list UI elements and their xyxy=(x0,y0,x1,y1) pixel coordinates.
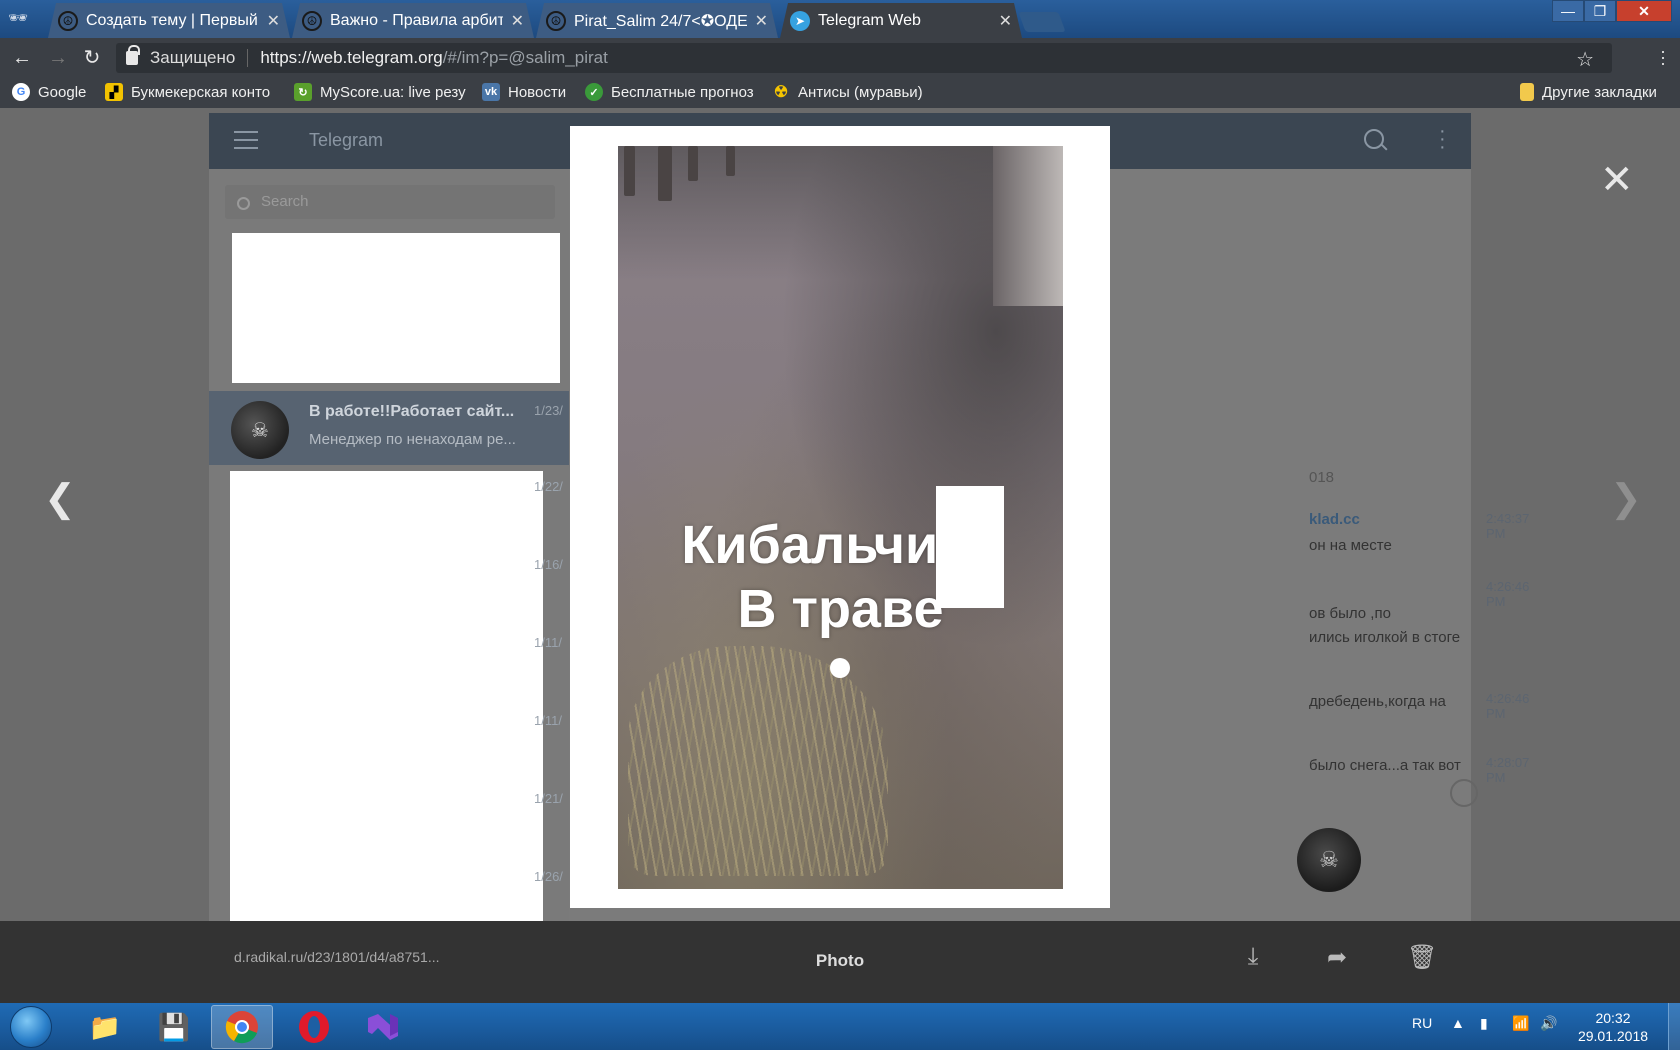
tab-arbitration-rules[interactable]: ☮ Важно - Правила арбитр ✕ xyxy=(292,3,534,38)
new-tab-button[interactable] xyxy=(1018,12,1066,32)
radiation-icon: ☢ xyxy=(773,84,789,101)
peace-icon: ☮ xyxy=(58,11,78,31)
url-path: /#/im?p=@salim_pirat xyxy=(442,48,608,67)
tree-trunk xyxy=(688,146,698,181)
vk-icon: vk xyxy=(482,83,500,101)
redacted-area xyxy=(936,486,1004,608)
network-icon[interactable]: 📶 xyxy=(1512,1015,1529,1032)
other-bookmarks[interactable]: Другие закладки xyxy=(1520,83,1657,101)
opera-logo xyxy=(299,1011,329,1043)
tab-telegram-web[interactable]: ➤ Telegram Web ✕ xyxy=(780,3,1022,38)
tab-pirat-salim[interactable]: ☮ Pirat_Salim 24/7<✪ОДЕС ✕ xyxy=(536,3,778,38)
tree-trunk xyxy=(624,146,635,196)
bookmark-myscore[interactable]: ↻ MyScore.ua: live резу xyxy=(294,83,466,101)
viewer-bottom-bar: d.radikal.ru/d23/1801/d4/a8751... Photo … xyxy=(0,921,1680,1003)
other-bookmarks-label: Другие закладки xyxy=(1542,83,1657,101)
close-icon[interactable]: ✕ xyxy=(755,11,768,31)
photo-frame: Кибальчича В траве xyxy=(570,126,1110,908)
dry-grass xyxy=(628,646,888,876)
bookmark-label: Google xyxy=(38,83,87,101)
close-icon[interactable]: ✕ xyxy=(267,11,280,31)
download-icon[interactable]: ⤓ xyxy=(1238,943,1268,973)
tree-trunk xyxy=(658,146,672,201)
window-controls: — ❐ ✕ xyxy=(1552,0,1672,22)
bookmark-label: Букмекерская конто xyxy=(131,83,271,101)
tab-label: Pirat_Salim 24/7<✪ОДЕС xyxy=(574,12,747,30)
clock-date: 29.01.2018 xyxy=(1577,1028,1649,1044)
window-close-button[interactable]: ✕ xyxy=(1616,0,1672,22)
previous-photo-icon[interactable]: ❮ xyxy=(44,476,76,521)
clock-time: 20:32 xyxy=(1595,1010,1631,1026)
forecast-icon: ✓ xyxy=(585,83,603,101)
forward-button[interactable]: → xyxy=(46,46,70,70)
vs-logo xyxy=(368,1014,398,1040)
browser-toolbar: ← → ↻ Защищено https://web.telegram.org /… xyxy=(0,38,1680,78)
delete-icon[interactable]: 🗑 xyxy=(1407,943,1437,973)
chrome-logo xyxy=(225,1011,258,1044)
incognito-icon: 🕶 xyxy=(8,10,29,27)
url-host: https://web.telegram.org xyxy=(260,48,443,67)
address-bar[interactable]: Защищено https://web.telegram.org/#/im?p… xyxy=(116,43,1612,73)
close-icon[interactable]: ✕ xyxy=(999,11,1012,31)
browser-tab-bar: 🕶 ☮ Создать тему | Первый Н ✕ ☮ Важно - … xyxy=(0,0,1680,38)
telegram-icon: ➤ xyxy=(790,11,810,31)
screen: 🕶 ☮ Создать тему | Первый Н ✕ ☮ Важно - … xyxy=(0,0,1680,1050)
next-photo-icon[interactable]: ❯ xyxy=(1610,476,1642,521)
system-clock[interactable]: 20:32 29.01.2018 xyxy=(1572,1009,1654,1045)
marker-dot xyxy=(830,658,850,678)
reload-button[interactable]: ↻ xyxy=(80,46,104,70)
start-button[interactable] xyxy=(10,1006,52,1048)
opera-icon[interactable] xyxy=(283,1005,345,1049)
tab-create-topic[interactable]: ☮ Создать тему | Первый Н ✕ xyxy=(48,3,290,38)
divider xyxy=(247,49,249,67)
show-desktop-button[interactable] xyxy=(1668,1003,1680,1050)
tab-label: Telegram Web xyxy=(818,11,921,29)
close-icon[interactable]: ✕ xyxy=(511,11,524,31)
show-hidden-icons[interactable]: ▲ xyxy=(1451,1015,1465,1031)
lock-icon xyxy=(126,45,140,65)
tree-trunk xyxy=(726,146,735,176)
bookmark-label: Антисы (муравьи) xyxy=(798,83,923,101)
photo[interactable]: Кибальчича В траве xyxy=(618,146,1063,889)
power-icon[interactable]: ▮ xyxy=(1480,1015,1488,1032)
bookmark-vk-news[interactable]: vk Новости xyxy=(482,83,566,101)
google-icon: G xyxy=(12,83,30,101)
tab-label: Создать тему | Первый Н xyxy=(86,11,259,29)
peace-icon: ☮ xyxy=(546,11,566,31)
chrome-icon[interactable] xyxy=(211,1005,273,1049)
folder-icon xyxy=(1520,83,1534,101)
bookmark-label: Бесплатные прогноз xyxy=(611,83,754,101)
peace-icon: ☮ xyxy=(302,11,322,31)
maximize-button[interactable]: ❐ xyxy=(1584,0,1616,22)
myscore-icon: ↻ xyxy=(294,83,312,101)
bookmark-label: MyScore.ua: live резу xyxy=(320,83,466,101)
volume-icon[interactable]: 🔊 xyxy=(1540,1015,1557,1032)
forward-icon[interactable]: ➦ xyxy=(1322,943,1352,973)
bookmarks-bar: G Google ▞ Букмекерская конто ↻ MyScore.… xyxy=(0,78,1680,108)
back-button[interactable]: ← xyxy=(10,46,34,70)
browser-menu-icon[interactable]: · · · xyxy=(1660,42,1666,72)
tab-label: Важно - Правила арбитр xyxy=(330,11,503,29)
language-indicator[interactable]: RU xyxy=(1412,1015,1432,1031)
wall xyxy=(993,146,1063,306)
bookmark-google[interactable]: G Google xyxy=(12,83,86,101)
bookmaker-icon: ▞ xyxy=(105,83,123,101)
bookmark-bookmaker[interactable]: ▞ Букмекерская конто xyxy=(105,83,277,101)
windows-taskbar: 📁 💾 RU ▲ ▮ 📶 🔊 20:32 29.01.2018 xyxy=(0,1003,1680,1050)
bookmark-antisy[interactable]: ☢ Антисы (муравьи) xyxy=(772,83,923,102)
file-explorer-icon[interactable]: 📁 xyxy=(74,1005,136,1049)
save-app-icon[interactable]: 💾 xyxy=(143,1005,205,1049)
visual-studio-icon[interactable] xyxy=(352,1005,414,1049)
bookmark-label: Новости xyxy=(508,83,567,101)
minimize-button[interactable]: — xyxy=(1552,0,1584,22)
security-label: Защищено xyxy=(150,48,236,67)
bookmark-free-forecasts[interactable]: ✓ Бесплатные прогноз xyxy=(585,83,757,101)
close-viewer-icon[interactable]: ✕ xyxy=(1600,160,1634,200)
media-viewer: ✕ ❮ ❯ Кибальчича В траве xyxy=(0,108,1680,921)
bookmark-star-icon[interactable]: ☆ xyxy=(1576,47,1594,72)
